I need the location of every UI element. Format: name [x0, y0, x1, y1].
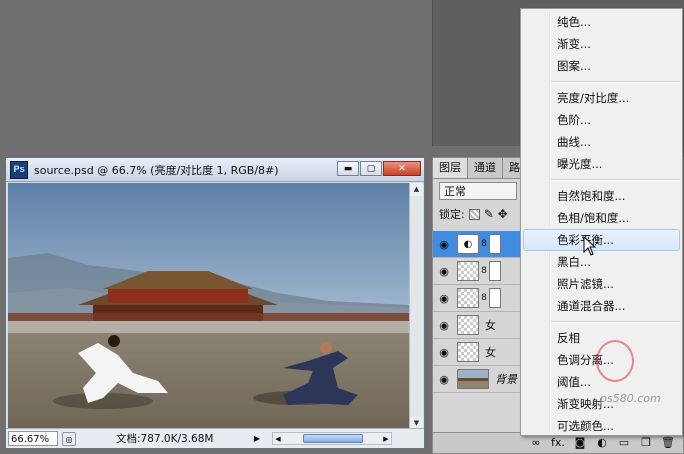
- layer-name: 女: [485, 346, 496, 359]
- document-window[interactable]: Ps source.psd @ 66.7% (亮度/对比度 1, RGB/8#)…: [5, 157, 425, 449]
- watermark-text: ps580.com: [600, 392, 661, 405]
- eye-icon[interactable]: ◉: [433, 238, 455, 251]
- lock-move-icon[interactable]: ✥: [498, 207, 508, 221]
- tab-layers[interactable]: 图层: [433, 158, 468, 178]
- eye-icon[interactable]: ◉: [433, 373, 455, 386]
- menu-item[interactable]: 自然饱和度...: [523, 185, 680, 207]
- link-icon[interactable]: ∞: [529, 436, 543, 450]
- layer-thumb: [457, 261, 479, 281]
- maximize-button[interactable]: ▢: [360, 161, 382, 176]
- menu-item[interactable]: 照片滤镜...: [523, 273, 680, 295]
- menu-item[interactable]: 亮度/对比度...: [523, 87, 680, 109]
- scroll-up-icon[interactable]: ▲: [410, 183, 423, 196]
- document-title-bar[interactable]: Ps source.psd @ 66.7% (亮度/对比度 1, RGB/8#)…: [6, 158, 424, 182]
- layer-row[interactable]: ◉ ◐ 8: [433, 231, 523, 258]
- background-thumb: [457, 369, 489, 389]
- chain-icon[interactable]: 8: [479, 239, 489, 249]
- zoom-field[interactable]: 66.67%: [8, 431, 58, 446]
- eye-icon[interactable]: ◉: [433, 319, 455, 332]
- layer-mask-thumb[interactable]: [489, 261, 501, 281]
- menu-item[interactable]: 色彩平衡...: [523, 229, 680, 251]
- menu-item[interactable]: 渐变...: [523, 33, 680, 55]
- blend-mode-select[interactable]: 正常: [439, 182, 517, 200]
- horizontal-scrollbar[interactable]: ◀ ▶: [272, 432, 392, 445]
- eye-icon[interactable]: ◉: [433, 346, 455, 359]
- layer-mask-thumb[interactable]: [489, 288, 501, 308]
- status-menu-icon[interactable]: ◎: [62, 431, 76, 446]
- fx-icon[interactable]: fx.: [551, 436, 565, 450]
- adjustment-icon[interactable]: ◐: [595, 436, 609, 450]
- menu-separator: [551, 179, 680, 181]
- layer-name: 背景: [495, 373, 517, 386]
- adjustment-layer-icon: ◐: [457, 234, 479, 254]
- menu-item[interactable]: 可选颜色...: [523, 415, 680, 437]
- chain-icon[interactable]: 8: [479, 293, 489, 303]
- vertical-scrollbar[interactable]: ▲ ▼: [409, 183, 423, 430]
- status-bar: 66.67% ◎ 文档:787.0K/3.68M ▶ ◀ ▶: [6, 428, 424, 448]
- document-info: 文档:787.0K/3.68M: [116, 433, 214, 445]
- lock-label: 锁定:: [439, 208, 465, 221]
- tab-channels[interactable]: 通道: [468, 158, 503, 178]
- scroll-right-icon[interactable]: ▶: [381, 435, 391, 443]
- scroll-track[interactable]: [410, 196, 423, 417]
- layer-row[interactable]: ◉ 女: [433, 312, 523, 339]
- menu-separator: [551, 81, 680, 83]
- layer-name: 女: [485, 319, 496, 332]
- layer-mask-thumb[interactable]: [489, 234, 501, 254]
- layer-row[interactable]: ◉ 8: [433, 285, 523, 312]
- lock-brush-icon[interactable]: ✎: [484, 207, 494, 221]
- layer-thumb: [457, 342, 479, 362]
- menu-item[interactable]: 通道混合器...: [523, 295, 680, 317]
- scroll-left-icon[interactable]: ◀: [273, 435, 283, 443]
- menu-item[interactable]: 黑白...: [523, 251, 680, 273]
- menu-separator: [551, 321, 680, 323]
- mask-icon[interactable]: ◙: [573, 436, 587, 450]
- layer-thumb: [457, 288, 479, 308]
- layer-row[interactable]: ◉ 女: [433, 339, 523, 366]
- eye-icon[interactable]: ◉: [433, 292, 455, 305]
- eye-icon[interactable]: ◉: [433, 265, 455, 278]
- lock-transparency-icon[interactable]: [468, 208, 480, 220]
- menu-item[interactable]: 纯色...: [523, 11, 680, 33]
- menu-item[interactable]: 曝光度...: [523, 153, 680, 175]
- palace-photo: [8, 183, 410, 430]
- folder-icon[interactable]: ▭: [617, 436, 631, 450]
- new-layer-icon[interactable]: ❐: [639, 436, 653, 450]
- layer-thumb: [457, 315, 479, 335]
- layer-row[interactable]: ◉ 8: [433, 258, 523, 285]
- photoshop-icon: Ps: [10, 160, 28, 179]
- menu-item[interactable]: 色相/饱和度...: [523, 207, 680, 229]
- trash-icon[interactable]: 🗑: [661, 436, 675, 450]
- menu-item[interactable]: 曲线...: [523, 131, 680, 153]
- chain-icon[interactable]: 8: [479, 266, 489, 276]
- scroll-thumb[interactable]: [303, 434, 363, 443]
- seal-stamp: [596, 340, 634, 382]
- status-arrow-icon[interactable]: ▶: [252, 434, 262, 443]
- image-canvas[interactable]: [8, 183, 410, 430]
- menu-item[interactable]: 色阶...: [523, 109, 680, 131]
- layer-row[interactable]: ◉ 背景: [433, 366, 523, 393]
- close-button[interactable]: ✕: [383, 161, 421, 176]
- menu-item[interactable]: 图案...: [523, 55, 680, 77]
- minimize-button[interactable]: ▬: [337, 161, 359, 176]
- document-title: source.psd @ 66.7% (亮度/对比度 1, RGB/8#): [34, 163, 279, 177]
